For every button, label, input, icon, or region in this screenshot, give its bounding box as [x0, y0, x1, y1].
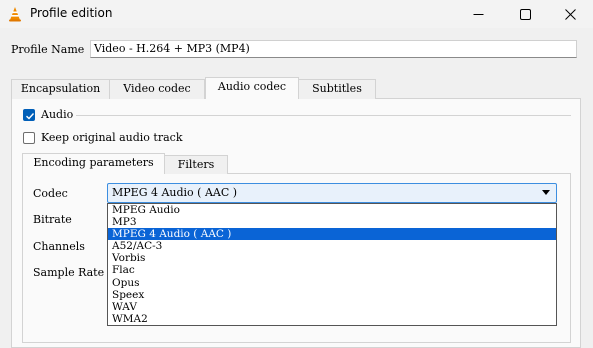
audio-checkbox-label: Audio: [41, 108, 74, 121]
codec-selected-value: MPEG 4 Audio ( AAC ): [112, 186, 238, 199]
channels-label: Channels: [33, 240, 85, 253]
codec-option-mpeg-audio[interactable]: MPEG Audio: [108, 204, 556, 216]
dropdown-arrow-icon: [542, 190, 550, 195]
audio-group-divider: [76, 115, 571, 116]
codec-option-wav[interactable]: WAV: [108, 301, 556, 313]
codec-option-opus[interactable]: Opus: [108, 277, 556, 289]
bitrate-label: Bitrate: [33, 213, 72, 226]
checkmark-icon: [26, 113, 35, 120]
window-title: Profile edition: [30, 6, 113, 20]
audio-checkbox[interactable]: [23, 109, 35, 121]
tab-filters[interactable]: Filters: [164, 155, 228, 174]
sample-rate-label: Sample Rate: [33, 266, 105, 279]
tab-encapsulation[interactable]: Encapsulation: [11, 79, 110, 99]
codec-option-wma2[interactable]: WMA2: [108, 313, 556, 325]
tab-subtitles[interactable]: Subtitles: [298, 79, 376, 99]
codec-option-vorbis[interactable]: Vorbis: [108, 252, 556, 264]
codec-option-mp3[interactable]: MP3: [108, 216, 556, 228]
close-icon: [564, 8, 576, 20]
tab-video-codec[interactable]: Video codec: [109, 79, 205, 99]
minimize-icon: [473, 13, 483, 15]
maximize-button[interactable]: [502, 0, 548, 28]
profile-name-input[interactable]: Video - H.264 + MP3 (MP4): [90, 40, 577, 58]
tab-audio-codec[interactable]: Audio codec: [205, 77, 299, 99]
codec-dropdown-list: MPEG Audio MP3 MPEG 4 Audio ( AAC ) A52/…: [107, 203, 557, 326]
title-bar: Profile edition: [0, 0, 593, 28]
vlc-cone-icon: [9, 7, 21, 22]
keep-original-audio-label: Keep original audio track: [41, 131, 183, 144]
codec-option-flac[interactable]: Flac: [108, 264, 556, 276]
codec-option-speex[interactable]: Speex: [108, 289, 556, 301]
profile-name-label: Profile Name: [11, 43, 85, 56]
maximize-icon: [519, 8, 531, 20]
codec-select[interactable]: MPEG 4 Audio ( AAC ): [107, 183, 557, 203]
minimize-button[interactable]: [455, 0, 501, 28]
close-button[interactable]: [547, 0, 593, 28]
keep-original-audio-checkbox[interactable]: [23, 132, 35, 144]
codec-option-mpeg4-aac[interactable]: MPEG 4 Audio ( AAC ): [108, 228, 556, 241]
codec-option-a52-ac3[interactable]: A52/AC-3: [108, 240, 556, 252]
tab-encoding-parameters[interactable]: Encoding parameters: [22, 153, 165, 174]
codec-label: Codec: [33, 187, 68, 200]
